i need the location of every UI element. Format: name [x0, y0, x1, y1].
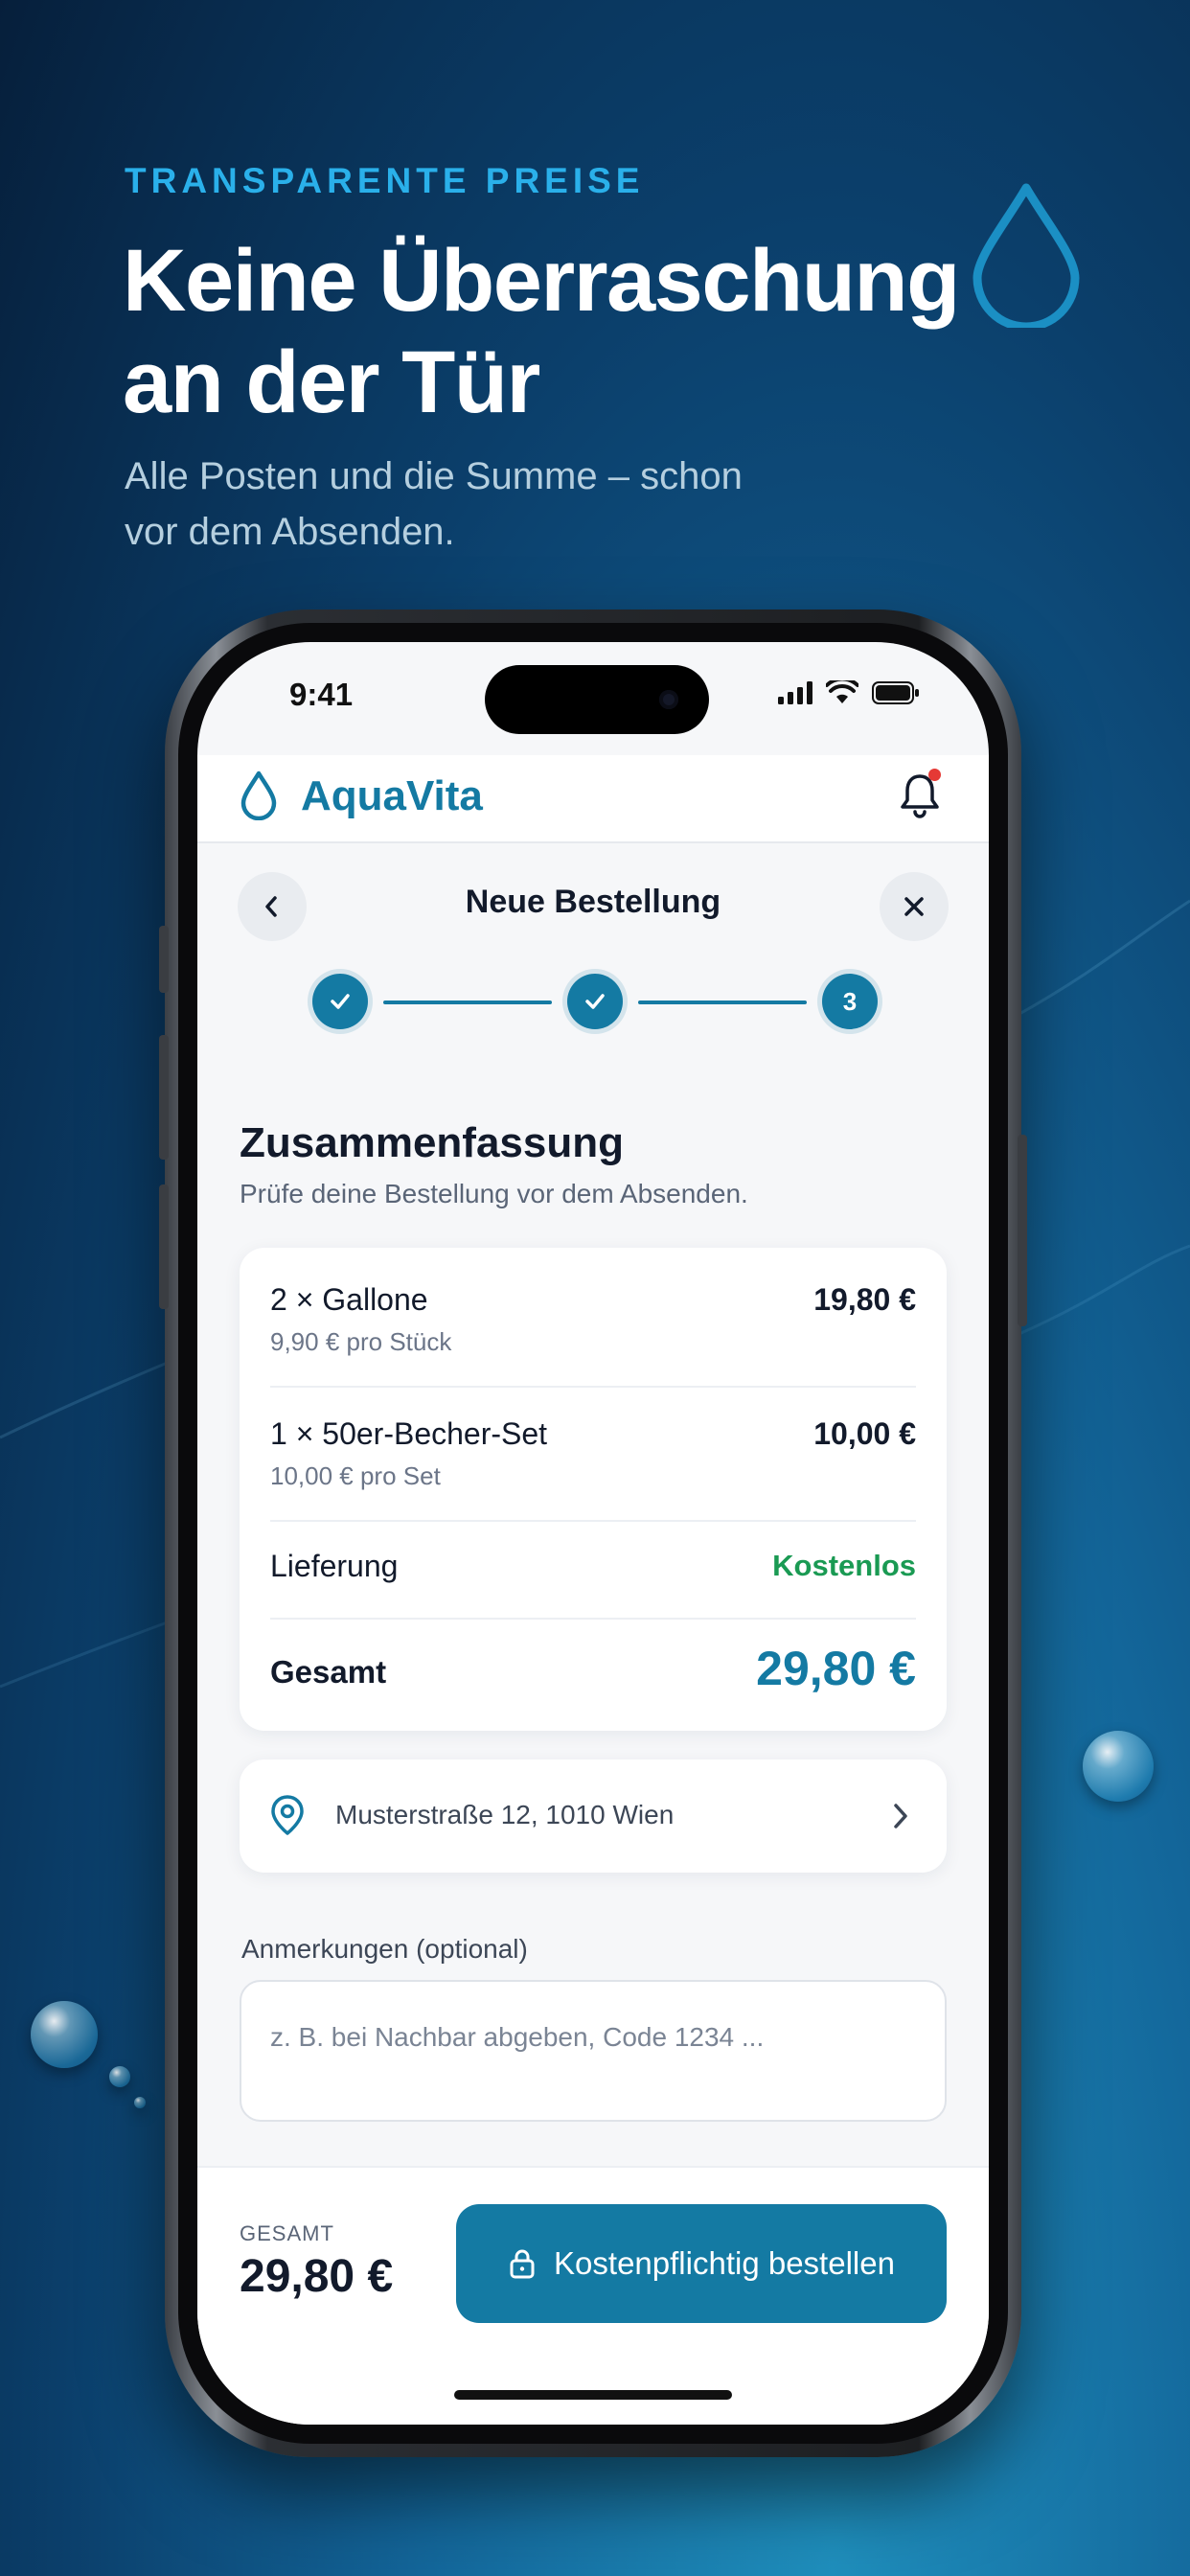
- total-value: 29,80 €: [756, 1642, 916, 1695]
- water-drop-icon: [973, 183, 1080, 328]
- item-unit-price: 9,90 € pro Stück: [270, 1327, 452, 1356]
- hero-eyebrow: TRANSPARENTE PREISE: [125, 161, 645, 200]
- hero-subline: Alle Posten und die Summe – schon vor de…: [125, 455, 743, 553]
- water-droplet-decoration: [31, 2001, 98, 2068]
- location-pin-icon: [271, 1795, 304, 1835]
- step-connector: [638, 1000, 807, 1004]
- line-item: 2 × Gallone 9,90 € pro Stück 19,80 €: [270, 1282, 916, 1357]
- place-order-label: Kostenpflichtig bestellen: [554, 2245, 895, 2281]
- camera-icon: [659, 690, 678, 709]
- dynamic-island: [485, 665, 709, 734]
- brand-logo-icon: [240, 770, 277, 820]
- check-icon: [331, 994, 350, 1009]
- hero-headline: Keine Überraschung an der Tür: [123, 232, 960, 431]
- item-unit-price: 10,00 € pro Set: [270, 1461, 441, 1490]
- step-3-current: 3: [822, 974, 878, 1029]
- phone-button: [159, 1184, 169, 1309]
- total-label: Gesamt: [270, 1654, 387, 1690]
- chevron-right-icon: [894, 1804, 907, 1828]
- phone-button: [1018, 1135, 1027, 1326]
- delivery-label: Lieferung: [270, 1549, 399, 1583]
- divider: [270, 1520, 916, 1522]
- summary-title: Zusammenfassung: [240, 1119, 624, 1166]
- close-button[interactable]: [880, 872, 949, 941]
- app-header: AquaVita: [197, 755, 989, 843]
- water-droplet-decoration: [134, 2097, 146, 2108]
- notes-label: Anmerkungen (optional): [241, 1934, 528, 1964]
- lock-icon: [510, 2249, 535, 2279]
- delivery-value: Kostenlos: [772, 1549, 916, 1582]
- signal-icon: [778, 681, 812, 704]
- notification-badge: [928, 769, 941, 781]
- phone-button: [159, 926, 169, 993]
- page-title: Neue Bestellung: [465, 884, 721, 920]
- check-icon: [585, 994, 605, 1009]
- water-droplet-decoration: [1083, 1731, 1154, 1802]
- footer-total-caption: GESAMT: [240, 2221, 334, 2245]
- status-time: 9:41: [289, 677, 354, 712]
- status-bar: 9:41: [197, 642, 989, 757]
- progress-stepper: 3: [312, 974, 881, 1031]
- brand-name: AquaVita: [301, 772, 483, 819]
- app-screen: 9:41 AquaVita Neue Bestellung 3 Zusammen…: [197, 642, 989, 2425]
- divider: [270, 1386, 916, 1388]
- notes-field[interactable]: [240, 1980, 947, 2122]
- notes-input[interactable]: [270, 2022, 903, 2053]
- wifi-icon: [826, 680, 858, 703]
- phone-frame: 9:41 AquaVita Neue Bestellung 3 Zusammen…: [159, 610, 1027, 2457]
- delivery-address-row[interactable]: Musterstraße 12, 1010 Wien: [240, 1760, 947, 1873]
- divider: [270, 1618, 916, 1620]
- phone-button: [159, 1035, 169, 1160]
- order-summary-card: 2 × Gallone 9,90 € pro Stück 19,80 € 1 ×…: [240, 1248, 947, 1731]
- water-droplet-decoration: [109, 2066, 130, 2087]
- step-2-complete: [567, 974, 623, 1029]
- step-1-complete: [312, 974, 368, 1029]
- item-price: 19,80 €: [813, 1282, 916, 1317]
- close-icon: [904, 897, 924, 916]
- line-item: 1 × 50er-Becher-Set 10,00 € pro Set 10,0…: [270, 1416, 916, 1491]
- checkout-footer: GESAMT 29,80 € Kostenpflichtig bestellen: [197, 2166, 989, 2425]
- step-connector: [383, 1000, 552, 1004]
- status-icons: [778, 680, 920, 705]
- address-text: Musterstraße 12, 1010 Wien: [335, 1800, 675, 1829]
- summary-subtitle: Prüfe deine Bestellung vor dem Absenden.: [240, 1179, 748, 1208]
- footer-total-value: 29,80 €: [240, 2251, 394, 2302]
- item-price: 10,00 €: [813, 1416, 916, 1451]
- battery-icon: [872, 681, 919, 704]
- place-order-button[interactable]: Kostenpflichtig bestellen: [456, 2204, 947, 2323]
- home-indicator: [454, 2390, 732, 2400]
